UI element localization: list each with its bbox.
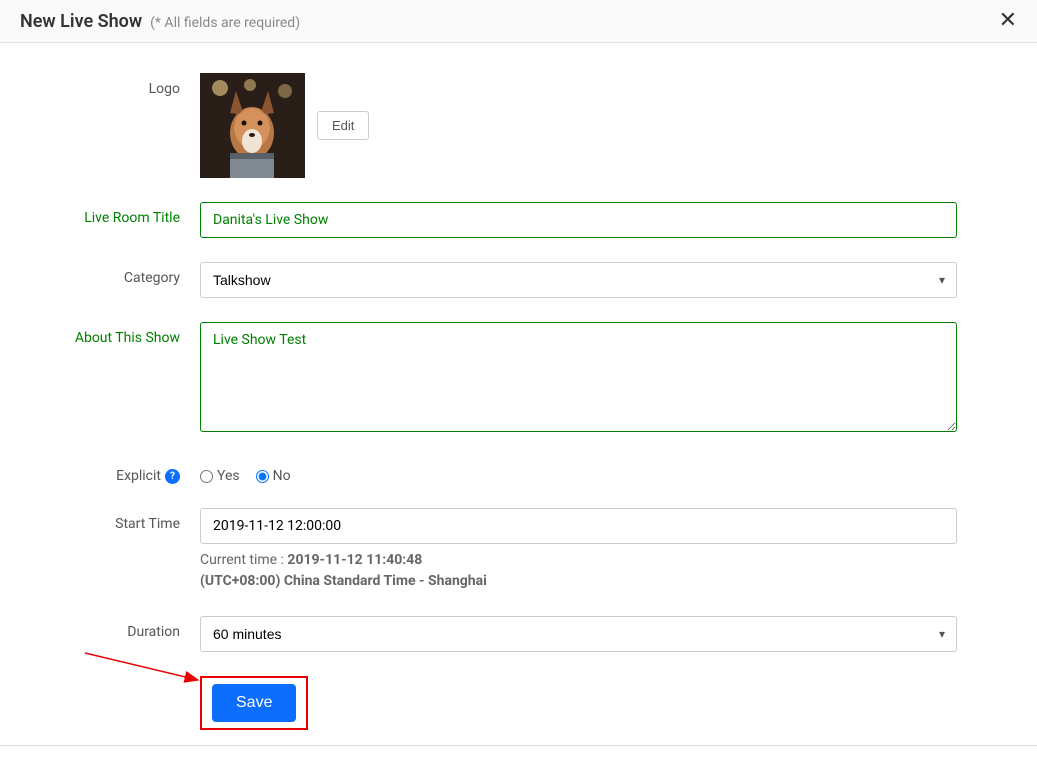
dialog-subtitle: (* All fields are required) bbox=[150, 15, 300, 31]
title-row: Live Room Title bbox=[0, 202, 957, 238]
explicit-yes-option[interactable]: Yes bbox=[200, 468, 240, 484]
logo-row: Logo bbox=[0, 73, 957, 178]
about-row: About This Show Live Show Test bbox=[0, 322, 957, 436]
close-icon[interactable]: ✕ bbox=[999, 10, 1017, 32]
explicit-label: Explicit ? bbox=[0, 460, 200, 484]
save-button[interactable]: Save bbox=[212, 684, 296, 722]
start-time-label: Start Time bbox=[0, 508, 200, 532]
form-container: Logo bbox=[0, 43, 1037, 784]
dialog-header: New Live Show (* All fields are required… bbox=[0, 0, 1037, 43]
duration-label: Duration bbox=[0, 616, 200, 640]
title-input[interactable] bbox=[200, 202, 957, 238]
start-time-row: Start Time Current time : 2019-11-12 11:… bbox=[0, 508, 957, 592]
about-label: About This Show bbox=[0, 322, 200, 346]
save-row: Save bbox=[0, 676, 957, 730]
explicit-no-radio[interactable] bbox=[256, 470, 269, 483]
explicit-no-label: No bbox=[273, 468, 291, 484]
logo-preview bbox=[200, 73, 305, 178]
explicit-yes-radio[interactable] bbox=[200, 470, 213, 483]
explicit-row: Explicit ? Yes No bbox=[0, 460, 957, 484]
current-time-hint: Current time : 2019-11-12 11:40:48 (UTC+… bbox=[200, 550, 957, 592]
explicit-yes-label: Yes bbox=[217, 468, 240, 484]
category-select[interactable]: Talkshow bbox=[200, 262, 957, 298]
dialog-title: New Live Show bbox=[20, 11, 142, 32]
title-label: Live Room Title bbox=[0, 202, 200, 226]
edit-logo-button[interactable]: Edit bbox=[317, 111, 369, 140]
save-button-highlight: Save bbox=[200, 676, 308, 730]
duration-select[interactable]: 60 minutes bbox=[200, 616, 957, 652]
logo-label: Logo bbox=[0, 73, 200, 97]
about-textarea[interactable]: Live Show Test bbox=[200, 322, 957, 432]
category-row: Category Talkshow bbox=[0, 262, 957, 298]
duration-row: Duration 60 minutes bbox=[0, 616, 957, 652]
start-time-input[interactable] bbox=[200, 508, 957, 544]
category-label: Category bbox=[0, 262, 200, 286]
explicit-no-option[interactable]: No bbox=[256, 468, 291, 484]
help-icon[interactable]: ? bbox=[165, 469, 180, 484]
